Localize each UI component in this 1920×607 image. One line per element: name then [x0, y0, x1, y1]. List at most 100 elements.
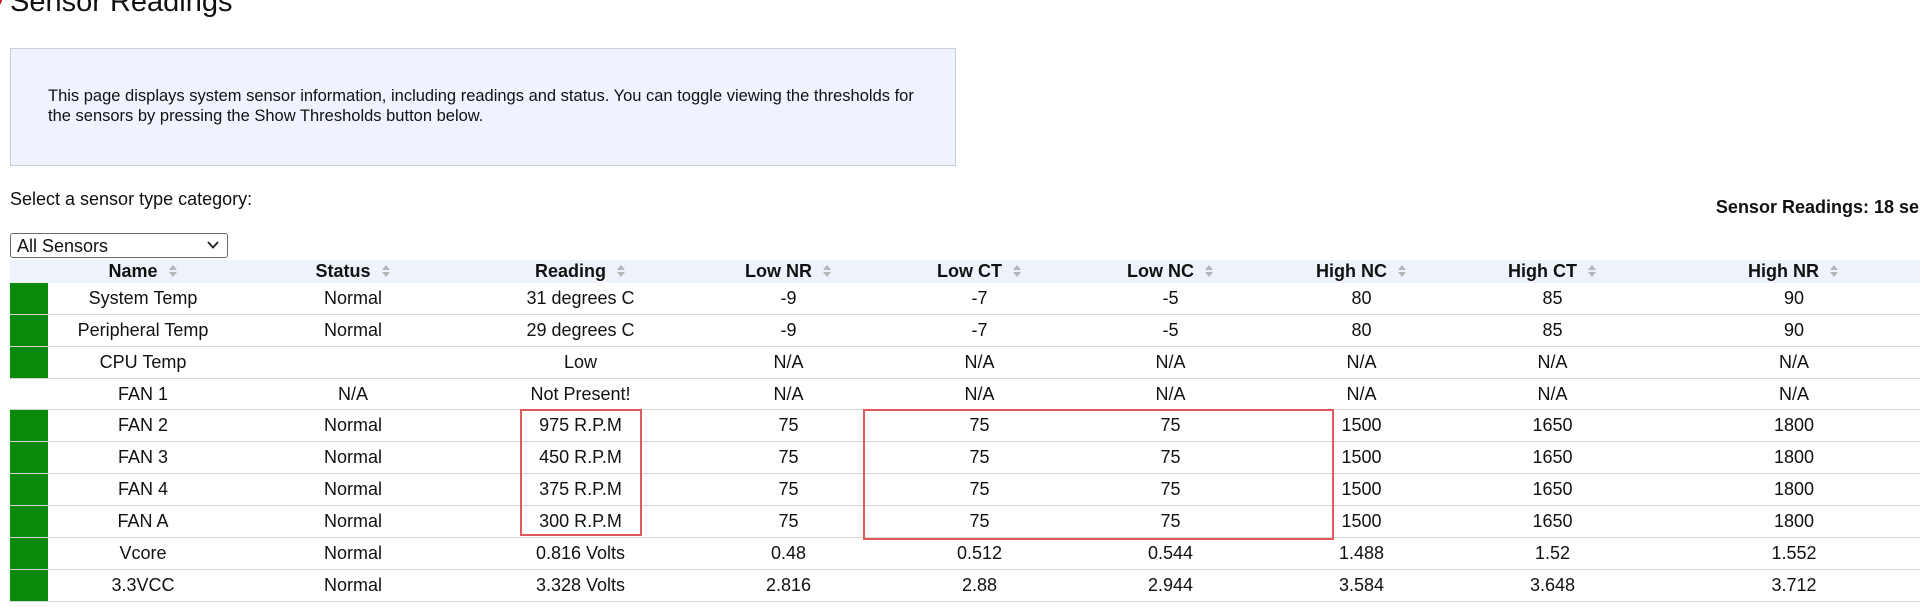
column-header-label: Low NC — [1127, 261, 1194, 281]
table-header-row: Name Status Reading Low NR Low CT Low NC… — [10, 260, 1920, 283]
column-header-low-ct[interactable]: Low CT — [884, 260, 1075, 283]
high-nc-value: N/A — [1266, 378, 1457, 410]
table-row: FAN 3 Normal 450 R.P.M 75 75 75 1500 1650 1800 — [10, 441, 1920, 474]
low-nc-value: 75 — [1075, 441, 1266, 474]
low-ct-value: N/A — [884, 378, 1075, 410]
low-nr-value: 2.816 — [693, 569, 884, 602]
low-ct-value: 75 — [884, 473, 1075, 506]
low-ct-value: 75 — [884, 441, 1075, 474]
high-nc-value: 1500 — [1266, 473, 1457, 506]
high-nc-value: 1.488 — [1266, 537, 1457, 570]
table-row: FAN 2 Normal 975 R.P.M 75 75 75 1500 1650 1800 — [10, 409, 1920, 442]
low-nr-value: 75 — [693, 409, 884, 442]
column-header-led — [10, 260, 48, 283]
sensor-count-heading: Sensor Readings: 18 sen — [1715, 197, 1920, 217]
high-nr-value: 1.552 — [1648, 537, 1920, 570]
category-select-value: All Sensors — [17, 236, 109, 256]
low-nr-value: -9 — [693, 283, 884, 315]
high-nc-value: 1500 — [1266, 505, 1457, 538]
sort-arrows-icon — [1398, 265, 1406, 277]
column-header-label: High NR — [1748, 261, 1819, 281]
column-header-label: Low NR — [745, 261, 812, 281]
table-row: Vcore Normal 0.816 Volts 0.48 0.512 0.544 1.48… — [10, 537, 1920, 570]
table-row: CPU Temp Low N/A N/A N/A N/A N/A N/A — [10, 346, 1920, 379]
sensor-reading: 975 R.P.M — [468, 409, 693, 442]
low-nr-value: 75 — [693, 441, 884, 474]
high-nr-value: 90 — [1648, 283, 1920, 315]
status-led-indicator — [10, 570, 48, 601]
high-nr-value: 90 — [1648, 314, 1920, 347]
category-select-label: Select a sensor type category: — [10, 189, 253, 209]
sort-arrows-icon — [1013, 265, 1021, 277]
sensor-table: Name Status Reading Low NR Low CT Low NC… — [10, 260, 1920, 602]
description-text: This page displays system sensor informa… — [48, 87, 914, 125]
low-nc-value: 75 — [1075, 409, 1266, 442]
low-ct-value: 75 — [884, 409, 1075, 442]
high-ct-value: 85 — [1457, 314, 1648, 347]
high-nc-value: 80 — [1266, 314, 1457, 347]
high-ct-value: 1650 — [1457, 409, 1648, 442]
table-row: FAN 4 Normal 375 R.P.M 75 75 75 1500 1650 1800 — [10, 473, 1920, 506]
status-led-cell — [10, 314, 48, 347]
sensor-name: FAN 2 — [48, 409, 238, 442]
column-header-high-nr[interactable]: High NR — [1648, 260, 1920, 283]
sort-arrows-icon — [168, 265, 177, 277]
sensor-status: Normal — [238, 314, 468, 347]
sensor-status: Normal — [238, 441, 468, 474]
sensor-name: CPU Temp — [48, 346, 238, 379]
status-led-indicator — [10, 315, 48, 346]
low-nc-value: 75 — [1075, 505, 1266, 538]
column-header-high-ct[interactable]: High CT — [1457, 260, 1648, 283]
sensor-name: 3.3VCC — [48, 569, 238, 602]
sensor-reading: 29 degrees C — [468, 314, 693, 347]
sort-arrows-icon — [1205, 265, 1213, 277]
high-nr-value: 1800 — [1648, 409, 1920, 442]
column-header-low-nc[interactable]: Low NC — [1075, 260, 1266, 283]
high-ct-value: 1650 — [1457, 505, 1648, 538]
chevron-down-icon — [207, 241, 219, 249]
sensor-reading: 3.328 Volts — [468, 569, 693, 602]
low-nr-value: -9 — [693, 314, 884, 347]
sensor-name: FAN 1 — [48, 378, 238, 410]
high-ct-value: 1650 — [1457, 473, 1648, 506]
column-header-label: Low CT — [937, 261, 1002, 281]
table-row: 3.3VCC Normal 3.328 Volts 2.816 2.88 2.944 3.5… — [10, 569, 1920, 602]
low-ct-value: -7 — [884, 283, 1075, 315]
column-header-status[interactable]: Status — [238, 260, 468, 283]
low-nr-value: 75 — [693, 473, 884, 506]
high-ct-value: 1.52 — [1457, 537, 1648, 570]
column-header-high-nc[interactable]: High NC — [1266, 260, 1457, 283]
sensor-status: Normal — [238, 409, 468, 442]
status-led-indicator — [10, 506, 48, 537]
low-nr-value: N/A — [693, 378, 884, 410]
sensor-reading: Not Present! — [468, 378, 693, 410]
low-nc-value: -5 — [1075, 314, 1266, 347]
status-led-cell — [10, 473, 48, 506]
status-led-cell — [10, 441, 48, 474]
high-nr-value: 1800 — [1648, 441, 1920, 474]
column-header-low-nr[interactable]: Low NR — [693, 260, 884, 283]
column-header-label: High NC — [1316, 261, 1387, 281]
column-header-reading[interactable]: Reading — [468, 260, 693, 283]
sensor-name: Peripheral Temp — [48, 314, 238, 347]
column-header-label: High CT — [1508, 261, 1577, 281]
status-led-indicator — [10, 474, 48, 505]
table-row: FAN A Normal 300 R.P.M 75 75 75 1500 1650 1800 — [10, 505, 1920, 538]
sensor-name: Vcore — [48, 537, 238, 570]
low-ct-value: 0.512 — [884, 537, 1075, 570]
low-nr-value: 75 — [693, 505, 884, 538]
high-nc-value: 1500 — [1266, 441, 1457, 474]
column-header-label: Reading — [534, 261, 606, 281]
status-led-indicator — [10, 283, 48, 314]
high-nc-value: 80 — [1266, 283, 1457, 315]
low-nc-value: N/A — [1075, 346, 1266, 379]
table-row: FAN 1 N/A Not Present! N/A N/A N/A N/A N/A N/A — [10, 378, 1920, 410]
sensor-status: Normal — [238, 537, 468, 570]
high-ct-value: 1650 — [1457, 441, 1648, 474]
column-header-name[interactable]: Name — [48, 260, 238, 283]
low-nc-value: 0.544 — [1075, 537, 1266, 570]
high-nr-value: 1800 — [1648, 473, 1920, 506]
low-ct-value: 75 — [884, 505, 1075, 538]
sensor-name: System Temp — [48, 283, 238, 315]
sensor-category-select[interactable]: All Sensors — [10, 233, 228, 258]
